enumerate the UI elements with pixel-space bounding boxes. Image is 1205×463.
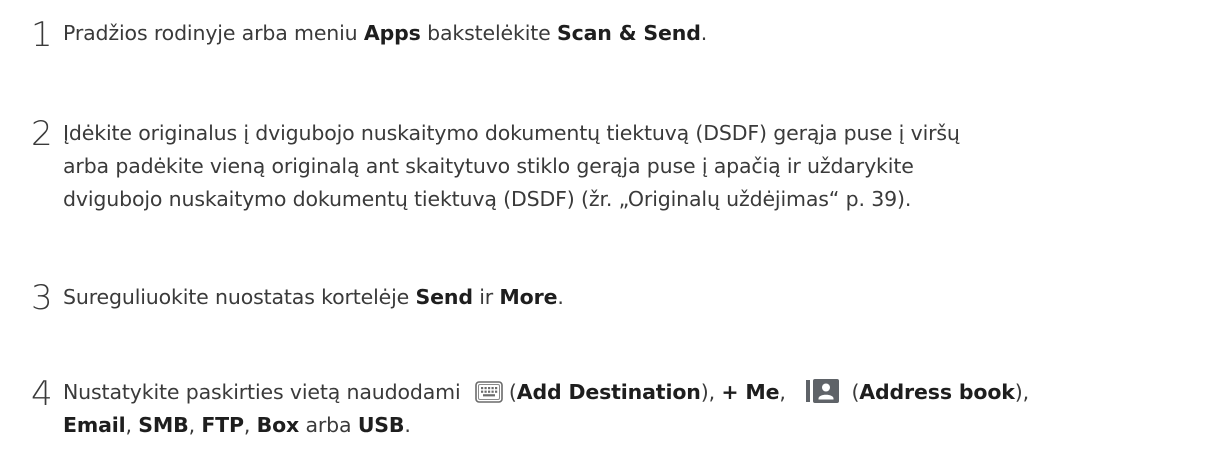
address-book-label: Address book bbox=[859, 380, 1015, 404]
text-run: . bbox=[404, 413, 411, 437]
email-label: Email bbox=[63, 413, 126, 437]
step-text-line: arba padėkite vieną originalą ant skaity… bbox=[63, 154, 914, 178]
step-text-line: Nustatykite paskirties vietą naudodami (… bbox=[63, 376, 1029, 409]
smb-label: SMB bbox=[138, 413, 189, 437]
text-run: , bbox=[243, 413, 257, 437]
step-text: Nustatykite paskirties vietą naudodami (… bbox=[63, 376, 1029, 442]
step-text-line: Email, SMB, FTP, Box arba USB. bbox=[63, 409, 1029, 442]
step-text: Įdėkite originalus į dvigubojo nuskaitym… bbox=[63, 117, 960, 216]
step-text-line: Įdėkite originalus į dvigubojo nuskaitym… bbox=[63, 121, 960, 145]
send-tab-label: Send bbox=[415, 285, 473, 309]
text-run: ( bbox=[508, 380, 517, 404]
more-tab-label: More bbox=[499, 285, 558, 309]
step-text: Sureguliuokite nuostatas kortelėje Send … bbox=[63, 281, 564, 314]
text-run: ), bbox=[700, 380, 722, 404]
step-text: Pradžios rodinyje arba meniu Apps bakste… bbox=[63, 17, 707, 50]
step-text-line: dvigubojo nuskaitymo dokumentų tiektuvą … bbox=[63, 187, 912, 211]
text-run: . bbox=[557, 285, 564, 309]
step-number: 2 bbox=[31, 114, 53, 154]
text-run: bakstelėkite bbox=[420, 21, 557, 45]
box-label: Box bbox=[256, 413, 300, 437]
text-run: ), bbox=[1014, 380, 1029, 404]
step-number: 3 bbox=[31, 278, 53, 318]
usb-label: USB bbox=[357, 413, 405, 437]
text-run: Pradžios rodinyje arba meniu bbox=[63, 21, 364, 45]
address-book-icon bbox=[806, 378, 840, 404]
text-run: ir bbox=[472, 285, 500, 309]
scan-send-label: Scan & Send bbox=[556, 21, 701, 45]
text-run: . bbox=[700, 21, 708, 45]
step-number: 1 bbox=[31, 15, 53, 55]
plus-me-label: + Me bbox=[721, 380, 780, 404]
text-run: ( bbox=[845, 380, 860, 404]
text-run: , bbox=[188, 413, 202, 437]
text-run: arba bbox=[299, 413, 358, 437]
keyboard-icon bbox=[475, 380, 503, 403]
text-run: Sureguliuokite nuostatas kortelėje bbox=[63, 285, 416, 309]
text-run: , bbox=[125, 413, 139, 437]
add-destination-label: Add Destination bbox=[516, 380, 701, 404]
step-number: 4 bbox=[31, 374, 53, 414]
apps-label: Apps bbox=[363, 21, 421, 45]
text-run: , bbox=[779, 380, 793, 404]
text-run: Nustatykite paskirties vietą naudodami bbox=[63, 380, 467, 404]
ftp-label: FTP bbox=[201, 413, 244, 437]
